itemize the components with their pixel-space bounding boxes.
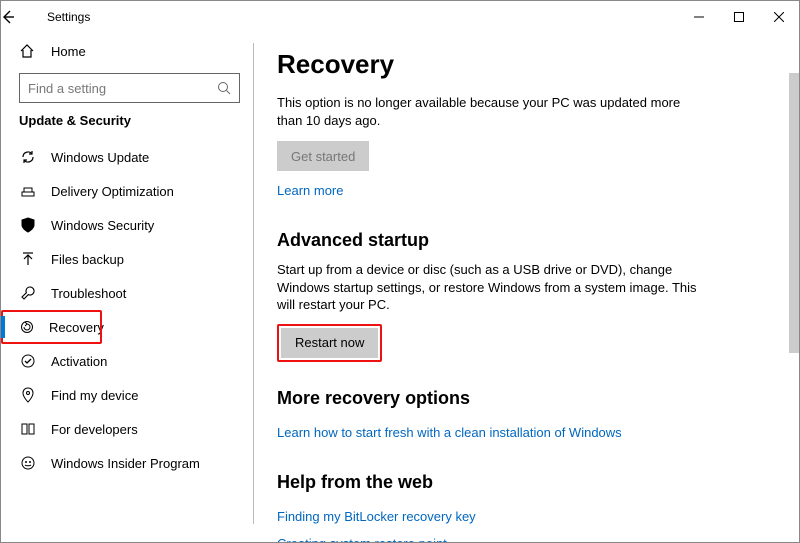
reset-description: This option is no longer available becau… bbox=[277, 94, 697, 129]
window-title: Settings bbox=[47, 10, 90, 24]
wrench-icon bbox=[19, 285, 37, 301]
shield-icon bbox=[19, 217, 37, 233]
sidebar-item-label: Activation bbox=[51, 354, 107, 369]
page-title: Recovery bbox=[277, 49, 779, 80]
nav-list: Windows Update Delivery Optimization Win… bbox=[1, 140, 252, 480]
sidebar-item-windows-update[interactable]: Windows Update bbox=[1, 140, 252, 174]
fresh-install-link[interactable]: Learn how to start fresh with a clean in… bbox=[277, 425, 622, 440]
main-content: Recovery This option is no longer availa… bbox=[253, 33, 799, 542]
help-from-web-title: Help from the web bbox=[277, 472, 779, 493]
advanced-startup-title: Advanced startup bbox=[277, 230, 779, 251]
backup-icon bbox=[19, 251, 37, 267]
category-title: Update & Security bbox=[19, 113, 252, 128]
sidebar: Home Find a setting Update & Security Wi… bbox=[1, 33, 253, 542]
get-started-button: Get started bbox=[277, 141, 369, 171]
bitlocker-link[interactable]: Finding my BitLocker recovery key bbox=[277, 509, 476, 524]
minimize-button[interactable] bbox=[679, 1, 719, 33]
close-button[interactable] bbox=[759, 1, 799, 33]
home-icon bbox=[19, 43, 37, 59]
sidebar-item-label: Recovery bbox=[49, 320, 104, 335]
restart-highlight: Restart now bbox=[277, 324, 382, 362]
sync-icon bbox=[19, 149, 37, 165]
search-input[interactable]: Find a setting bbox=[19, 73, 240, 103]
sidebar-item-label: For developers bbox=[51, 422, 138, 437]
maximize-button[interactable] bbox=[719, 1, 759, 33]
sidebar-item-label: Windows Update bbox=[51, 150, 149, 165]
insider-icon bbox=[19, 455, 37, 471]
home-button[interactable]: Home bbox=[1, 37, 252, 71]
delivery-icon bbox=[19, 183, 37, 199]
sidebar-item-files-backup[interactable]: Files backup bbox=[1, 242, 252, 276]
check-circle-icon bbox=[19, 353, 37, 369]
sidebar-item-label: Windows Insider Program bbox=[51, 456, 200, 471]
learn-more-link[interactable]: Learn more bbox=[277, 183, 343, 198]
more-recovery-title: More recovery options bbox=[277, 388, 779, 409]
back-button[interactable] bbox=[1, 10, 37, 24]
sidebar-item-for-developers[interactable]: For developers bbox=[1, 412, 252, 446]
search-placeholder: Find a setting bbox=[28, 81, 106, 96]
restart-now-button[interactable]: Restart now bbox=[281, 328, 378, 358]
search-icon bbox=[217, 81, 231, 95]
sidebar-item-find-my-device[interactable]: Find my device bbox=[1, 378, 252, 412]
sidebar-item-label: Delivery Optimization bbox=[51, 184, 174, 199]
sidebar-item-label: Windows Security bbox=[51, 218, 154, 233]
sidebar-item-label: Troubleshoot bbox=[51, 286, 126, 301]
restore-point-link[interactable]: Creating system restore point bbox=[277, 536, 447, 542]
sidebar-item-label: Files backup bbox=[51, 252, 124, 267]
arrow-left-icon bbox=[1, 10, 15, 24]
recovery-icon bbox=[19, 319, 35, 335]
minimize-icon bbox=[694, 12, 704, 22]
developers-icon bbox=[19, 421, 37, 437]
maximize-icon bbox=[734, 12, 744, 22]
sidebar-item-windows-security[interactable]: Windows Security bbox=[1, 208, 252, 242]
close-icon bbox=[774, 12, 784, 22]
sidebar-item-delivery-optimization[interactable]: Delivery Optimization bbox=[1, 174, 252, 208]
sidebar-item-label: Find my device bbox=[51, 388, 138, 403]
home-label: Home bbox=[51, 44, 86, 59]
sidebar-item-recovery[interactable]: Recovery bbox=[1, 310, 102, 344]
advanced-startup-description: Start up from a device or disc (such as … bbox=[277, 261, 697, 314]
sidebar-item-windows-insider[interactable]: Windows Insider Program bbox=[1, 446, 252, 480]
sidebar-item-activation[interactable]: Activation bbox=[1, 344, 252, 378]
scrollbar[interactable] bbox=[789, 73, 799, 353]
sidebar-item-troubleshoot[interactable]: Troubleshoot bbox=[1, 276, 252, 310]
location-icon bbox=[19, 387, 37, 403]
